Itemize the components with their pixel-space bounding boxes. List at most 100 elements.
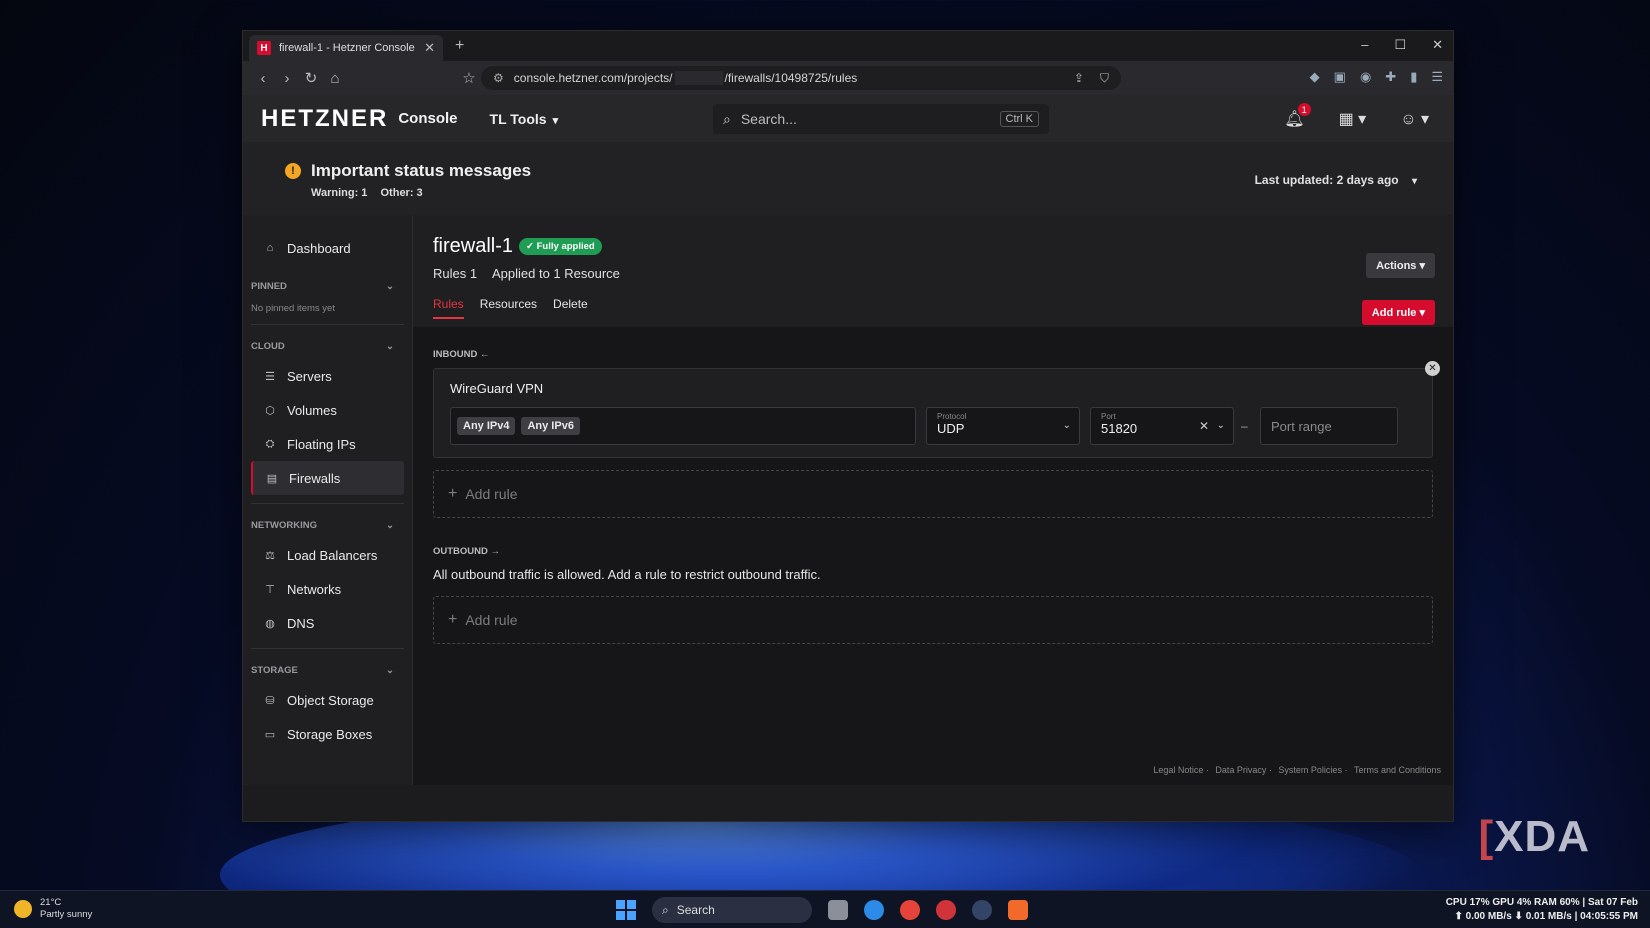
chevron-down-icon: ⌄ <box>386 340 394 352</box>
sidebar-item-storage-boxes[interactable]: ▭ Storage Boxes <box>251 717 404 751</box>
browser-app-icon[interactable] <box>864 900 884 920</box>
data-privacy-link[interactable]: Data Privacy <box>1215 765 1266 775</box>
group-cloud[interactable]: CLOUD ⌄ <box>251 333 404 359</box>
url-suffix: /firewalls/10498725/rules <box>724 71 858 85</box>
site-settings-icon[interactable]: ⚙ <box>493 71 504 85</box>
other-count[interactable]: Other: 3 <box>381 187 423 199</box>
sidebar-item-volumes[interactable]: ⬡ Volumes <box>251 393 404 427</box>
app-icon[interactable] <box>900 900 920 920</box>
menu-icon[interactable]: ☰ <box>1431 69 1443 85</box>
browser-tab[interactable]: H firewall-1 - Hetzner Console ✕ <box>249 35 443 61</box>
share-icon[interactable]: ⇪ <box>1074 71 1084 86</box>
project-selector[interactable]: TL Tools ▾ <box>490 111 559 127</box>
sidebar-item-load-balancers[interactable]: ⚖ Load Balancers <box>251 538 404 572</box>
protocol-select[interactable]: Protocol UDP ⌄ <box>926 407 1080 445</box>
outbound-note: All outbound traffic is allowed. Add a r… <box>433 567 821 582</box>
sidebar-toggle-icon[interactable]: ▮ <box>1410 69 1417 85</box>
bookmark-icon[interactable]: ☆ <box>457 69 481 87</box>
home-icon[interactable]: ⌂ <box>323 70 347 87</box>
sidebar-item-dashboard[interactable]: ⌂ Dashboard <box>251 231 404 265</box>
inbound-add-rule[interactable]: + Add rule <box>433 470 1433 518</box>
user-avatar-icon[interactable]: ☺ ▾ <box>1400 109 1429 129</box>
legal-notice-link[interactable]: Legal Notice <box>1153 765 1203 775</box>
chevron-down-icon: ▾ <box>1419 307 1425 319</box>
chevron-down-icon: ⌄ <box>386 664 394 676</box>
clear-icon[interactable]: ✕ <box>1199 419 1209 433</box>
tab-title: firewall-1 - Hetzner Console <box>279 42 415 54</box>
hetzner-logo[interactable]: HETZNER <box>261 105 388 133</box>
weather-widget[interactable]: 21°C Partly sunny <box>14 897 92 921</box>
remove-rule-icon[interactable]: ✕ <box>1425 361 1440 376</box>
apps-grid-icon[interactable]: ▦ ▾ <box>1339 109 1367 129</box>
outbound-add-rule[interactable]: + Add rule <box>433 596 1433 644</box>
tab-resources[interactable]: Resources <box>480 297 537 319</box>
back-icon[interactable]: ‹ <box>251 70 275 87</box>
windows-start-icon[interactable] <box>616 900 636 920</box>
group-storage[interactable]: STORAGE ⌄ <box>251 657 404 683</box>
url-prefix: console.hetzner.com/projects/ <box>513 71 673 85</box>
puzzle-icon[interactable]: ✚ <box>1385 69 1396 85</box>
source-ips-field[interactable]: Any IPv4 Any IPv6 <box>450 407 916 445</box>
taskbar-search[interactable]: ⌕ Search <box>652 897 812 923</box>
port-input[interactable]: Port 51820 ✕ ⌄ <box>1090 407 1234 445</box>
youtube-icon[interactable] <box>936 900 956 920</box>
shield-icon[interactable]: ⛉ <box>1100 71 1109 86</box>
sidebar-item-networks[interactable]: ⊤ Networks <box>251 572 404 606</box>
forward-icon[interactable]: › <box>275 70 299 87</box>
volume-cube-icon: ⬡ <box>265 404 275 417</box>
sidebar-item-floating-ips[interactable]: ⛭ Floating IPs <box>251 427 404 461</box>
search-placeholder: Search... <box>740 111 797 127</box>
partly-sunny-icon <box>14 900 32 918</box>
chevron-down-icon: ⌄ <box>1216 420 1225 431</box>
extension-icon[interactable]: ▣ <box>1334 69 1346 85</box>
chevron-down-icon: ⌄ <box>386 519 394 531</box>
console-label: Console <box>398 110 458 127</box>
browser-tabbar: H firewall-1 - Hetzner Console ✕ + – ☐ ✕ <box>243 31 1453 61</box>
sidebar-item-object-storage[interactable]: ⛁ Object Storage <box>251 683 404 717</box>
actions-button[interactable]: Actions ▾ <box>1366 253 1435 278</box>
close-window-button[interactable]: ✕ <box>1432 37 1443 53</box>
globe-icon: ◍ <box>265 617 275 630</box>
warning-count[interactable]: Warning: 1 <box>311 187 367 199</box>
sidebar-item-servers[interactable]: ☰ Servers <box>251 359 404 393</box>
terms-link[interactable]: Terms and Conditions <box>1354 765 1441 775</box>
system-stats: CPU 17% GPU 4% RAM 60% | Sat 07 Feb ⬆ 0.… <box>1445 897 1638 922</box>
tab-rules[interactable]: Rules <box>433 297 464 319</box>
group-networking[interactable]: NETWORKING ⌄ <box>251 512 404 538</box>
extension-icons: ◆ ▣ ◉ ✚ ▮ ☰ <box>1310 69 1443 85</box>
file-explorer-icon[interactable] <box>828 900 848 920</box>
windows-taskbar: 21°C Partly sunny ⌕ Search CPU 17% GPU 4% … <box>0 890 1650 928</box>
header-actions: 🔔︎ 1 ▦ ▾ ☺ ▾ <box>1284 103 1429 129</box>
tab-delete[interactable]: Delete <box>553 297 588 319</box>
last-updated[interactable]: Last updated: 2 days ago ▾ <box>1255 173 1417 187</box>
source-chip[interactable]: Any IPv6 <box>521 417 580 435</box>
extension-icon[interactable]: ◉ <box>1360 69 1371 85</box>
sidebar-item-firewalls[interactable]: ▤ Firewalls <box>251 461 404 495</box>
chevron-down-icon: ⌄ <box>386 280 394 292</box>
source-chip[interactable]: Any IPv4 <box>457 417 516 435</box>
maximize-button[interactable]: ☐ <box>1394 37 1406 53</box>
chevron-down-icon: ▾ <box>1411 176 1417 187</box>
notifications-bell-icon[interactable]: 🔔︎ 1 <box>1284 103 1311 129</box>
search-input[interactable]: ⌕ Search... Ctrl K <box>713 104 1049 134</box>
warning-icon: ! <box>285 163 301 179</box>
new-tab-button[interactable]: + <box>455 37 464 55</box>
plus-icon: + <box>448 485 458 502</box>
add-rule-button[interactable]: Add rule ▾ <box>1361 300 1435 325</box>
extension-icon[interactable]: ◆ <box>1310 69 1320 85</box>
tab-close-icon[interactable]: ✕ <box>424 40 435 56</box>
system-policies-link[interactable]: System Policies <box>1278 765 1342 775</box>
firewall-icon: ▤ <box>266 472 278 485</box>
port-range-input[interactable]: Port range <box>1260 407 1398 445</box>
sidebar-item-dns[interactable]: ◍ DNS <box>251 606 404 640</box>
firewall-tabs: Rules Resources Delete <box>433 297 588 319</box>
brave-browser-icon[interactable] <box>1008 900 1028 920</box>
address-bar[interactable]: ⚙ console.hetzner.com/projects/ /firewal… <box>481 66 1121 90</box>
browser-toolbar: ‹ › ↻ ⌂ ☆ ⚙ console.hetzner.com/projects… <box>243 61 1453 95</box>
group-pinned[interactable]: PINNED ⌄ <box>251 273 404 299</box>
network-icon: ⊤ <box>265 583 275 596</box>
reload-icon[interactable]: ↻ <box>299 69 323 87</box>
rule-description[interactable]: WireGuard VPN <box>450 381 1416 396</box>
minimize-button[interactable]: – <box>1361 37 1368 53</box>
app-icon[interactable] <box>972 900 992 920</box>
